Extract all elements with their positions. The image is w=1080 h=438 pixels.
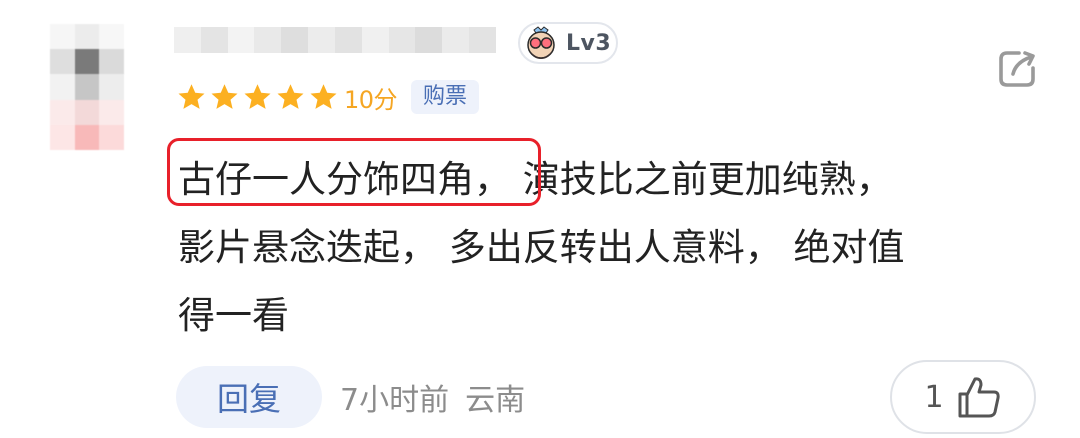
star-icon — [310, 84, 337, 109]
username-redacted[interactable] — [174, 27, 496, 53]
rating-score: 10分 — [344, 85, 398, 114]
comment-meta: 7小时前 云南 — [340, 374, 525, 420]
star-icon — [277, 84, 304, 109]
share-arrow-icon — [999, 51, 1035, 87]
comment-time: 7小时前 — [340, 383, 450, 418]
user-avatar[interactable] — [50, 24, 124, 150]
share-button[interactable] — [996, 48, 1038, 90]
like-count: 1 — [924, 379, 944, 415]
highlight-box — [167, 138, 541, 206]
rating-row: 10分 购票 — [176, 80, 480, 114]
star-icon — [211, 84, 238, 109]
comment-location: 云南 — [465, 383, 526, 418]
star-icon — [178, 84, 205, 109]
level-label: Lv3 — [566, 30, 612, 56]
reply-button[interactable]: 回复 — [176, 366, 322, 428]
like-button[interactable]: 1 — [890, 360, 1036, 434]
star-icon — [244, 84, 271, 109]
thumbs-up-icon — [958, 377, 1000, 418]
purchase-tag: 购票 — [411, 80, 480, 114]
level-mascot-icon — [522, 24, 560, 62]
level-badge[interactable]: Lv3 — [518, 22, 618, 64]
comment-line: 影片悬念迭起， 多出反转出人意料， 绝对值 — [178, 226, 905, 269]
comment-line: 得一看 — [178, 294, 289, 337]
star-rating — [176, 82, 341, 112]
